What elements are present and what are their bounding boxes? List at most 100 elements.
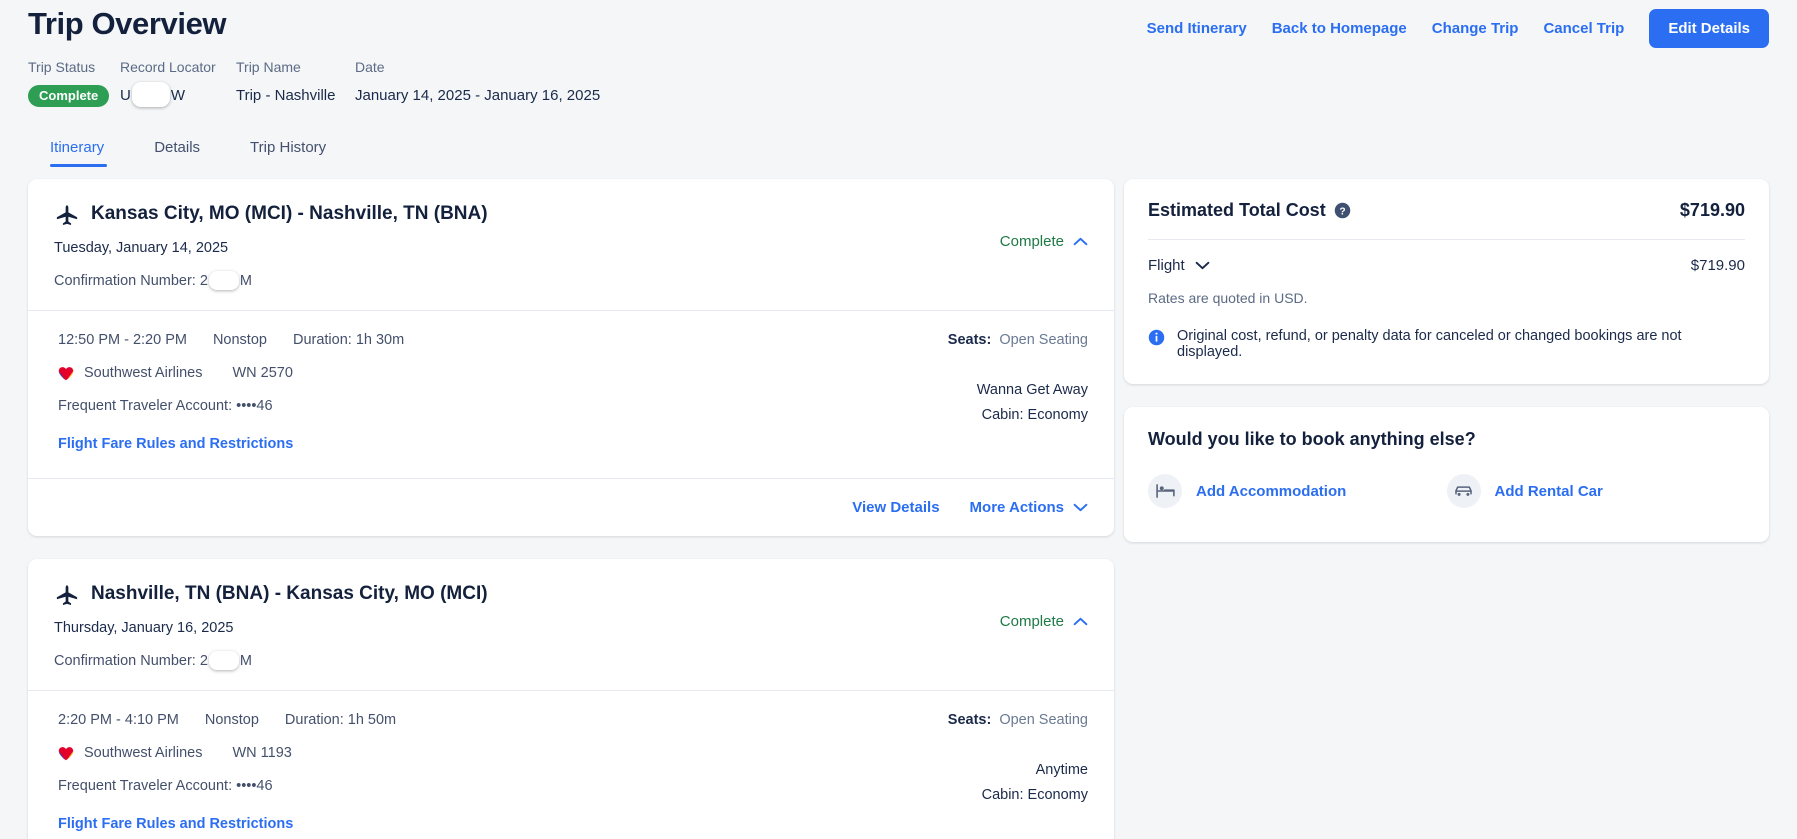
fare-rules-link[interactable]: Flight Fare Rules and Restrictions (58, 436, 293, 452)
change-trip-link[interactable]: Change Trip (1432, 20, 1519, 37)
car-glyph-icon (1455, 485, 1472, 496)
help-icon[interactable]: ? (1334, 202, 1351, 219)
flight-stops: Nonstop (212, 332, 267, 348)
tab-trip-history[interactable]: Trip History (225, 133, 351, 167)
page-title: Trip Overview (28, 6, 227, 41)
record-locator-label: Record Locator (120, 59, 216, 75)
seats-row: Seats: Open Seating (948, 710, 1088, 730)
seats-row: Seats: Open Seating (948, 330, 1088, 350)
flight-card: Nashville, TN (BNA) - Kansas City, MO (M… (28, 559, 1114, 839)
currency-note: Rates are quoted in USD. (1148, 290, 1308, 306)
cost-title-text: Estimated Total Cost (1148, 200, 1326, 220)
flight-route-title: Nashville, TN (BNA) - Kansas City, MO (M… (91, 583, 488, 604)
flight-status-toggle[interactable]: Complete (1000, 233, 1088, 250)
confirmation-suffix: M (239, 653, 253, 669)
trip-meta: Trip Status Record Locator Trip Name Dat… (28, 56, 1769, 111)
fare-name: Anytime (1035, 762, 1088, 778)
edit-details-button[interactable]: Edit Details (1649, 9, 1769, 48)
chevron-up-icon (1073, 237, 1088, 246)
info-icon (1148, 329, 1165, 346)
frequent-traveler-account: Frequent Traveler Account: ••••46 (58, 398, 273, 414)
flight-card: Kansas City, MO (MCI) - Nashville, TN (B… (28, 179, 1114, 536)
cost-total-value: $719.90 (1679, 200, 1745, 220)
airplane-icon (56, 205, 78, 225)
header-actions: Send Itinerary Back to Homepage Change T… (1147, 2, 1769, 48)
add-accommodation-button[interactable]: Add Accommodation (1148, 474, 1447, 508)
southwest-logo-icon (58, 366, 74, 380)
add-rental-car-label: Add Rental Car (1494, 482, 1603, 500)
send-itinerary-link[interactable]: Send Itinerary (1147, 20, 1247, 37)
airline-name: Southwest Airlines (84, 365, 203, 381)
flight-cost-label: Flight (1148, 257, 1185, 274)
flight-date: Tuesday, January 14, 2025 (54, 240, 229, 256)
confirmation-label: Confirmation Number: 2 (54, 273, 208, 289)
chevron-down-icon (1073, 503, 1088, 512)
airplane-icon (56, 585, 78, 605)
add-rental-car-button[interactable]: Add Rental Car (1446, 474, 1746, 508)
tab-details[interactable]: Details (129, 133, 225, 167)
flight-duration: Duration: 1h 50m (284, 712, 397, 728)
record-locator-value: UW (120, 81, 236, 111)
book-more-title: Would you like to book anything else? (1148, 429, 1476, 449)
redaction-box (208, 651, 239, 670)
tab-bar: Itinerary Details Trip History (28, 133, 1769, 167)
cost-info-text: Original cost, refund, or penalty data f… (1177, 328, 1682, 360)
flight-duration: Duration: 1h 30m (292, 332, 405, 348)
flight-times: 2:20 PM - 4:10 PM (58, 712, 179, 728)
summary-column: Estimated Total Cost ? $719.90 Flight $7… (1124, 179, 1769, 839)
flight-number: WN 1193 (232, 745, 292, 761)
estimated-cost-panel: Estimated Total Cost ? $719.90 Flight $7… (1124, 179, 1769, 384)
flight-route-title: Kansas City, MO (MCI) - Nashville, TN (B… (91, 203, 488, 224)
flight-times: 12:50 PM - 2:20 PM (58, 332, 187, 348)
seats-label: Seats: (947, 332, 992, 348)
locator-prefix: U (120, 87, 131, 104)
flight-date: Thursday, January 16, 2025 (54, 620, 234, 636)
cost-panel-title: Estimated Total Cost ? (1148, 200, 1351, 221)
cost-breakdown-row: Flight $719.90 (1124, 240, 1769, 274)
svg-text:?: ? (1339, 206, 1345, 217)
more-actions-label: More Actions (969, 499, 1064, 516)
view-details-link[interactable]: View Details (852, 499, 939, 516)
trip-name-value: Trip - Nashville (236, 87, 336, 104)
airline-name: Southwest Airlines (84, 745, 203, 761)
book-more-panel: Would you like to book anything else? Ad… (1124, 407, 1769, 542)
flight-status-toggle[interactable]: Complete (1000, 613, 1088, 630)
flight-cost-value: $719.90 (1690, 257, 1745, 274)
chevron-down-icon (1195, 261, 1210, 270)
flight-status-label: Complete (999, 233, 1064, 250)
column-gap (1114, 179, 1115, 839)
cost-info-notice: Original cost, refund, or penalty data f… (1124, 306, 1769, 384)
seats-value: Open Seating (999, 712, 1088, 728)
trip-date-label: Date (355, 59, 385, 75)
confirmation-number: Confirmation Number: 2 M (54, 651, 488, 671)
trip-status-value: Complete (28, 81, 120, 111)
confirmation-suffix: M (239, 273, 253, 289)
cabin-class: Cabin: Economy (981, 787, 1088, 803)
status-badge: Complete (28, 85, 110, 107)
trip-status-label: Trip Status (28, 59, 96, 75)
flight-stops: Nonstop (204, 712, 259, 728)
trip-overview-page: Trip Overview Send Itinerary Back to Hom… (0, 0, 1797, 839)
fare-name: Wanna Get Away (976, 382, 1088, 398)
bed-glyph-icon (1155, 484, 1175, 498)
fare-rules-link[interactable]: Flight Fare Rules and Restrictions (58, 816, 293, 832)
trip-name-label: Trip Name (236, 59, 301, 75)
flight-cost-toggle[interactable]: Flight (1148, 257, 1210, 274)
cabin-class: Cabin: Economy (981, 407, 1088, 423)
trip-date-value: January 14, 2025 - January 16, 2025 (355, 87, 601, 104)
cancel-trip-link[interactable]: Cancel Trip (1543, 20, 1624, 37)
more-actions-button[interactable]: More Actions (970, 499, 1088, 516)
seats-value: Open Seating (999, 332, 1088, 348)
flight-number: WN 2570 (232, 365, 293, 381)
add-accommodation-label: Add Accommodation (1196, 482, 1347, 500)
itinerary-list: Kansas City, MO (MCI) - Nashville, TN (B… (28, 179, 1114, 839)
redaction-box (131, 82, 170, 107)
locator-suffix: W (170, 87, 186, 104)
page-header: Trip Overview Send Itinerary Back to Hom… (28, 0, 1769, 48)
redaction-box (208, 271, 239, 290)
seats-label: Seats: (947, 712, 992, 728)
bed-icon (1148, 474, 1182, 508)
tab-itinerary[interactable]: Itinerary (28, 133, 129, 167)
back-to-homepage-link[interactable]: Back to Homepage (1272, 20, 1407, 37)
southwest-logo-icon (58, 746, 74, 760)
